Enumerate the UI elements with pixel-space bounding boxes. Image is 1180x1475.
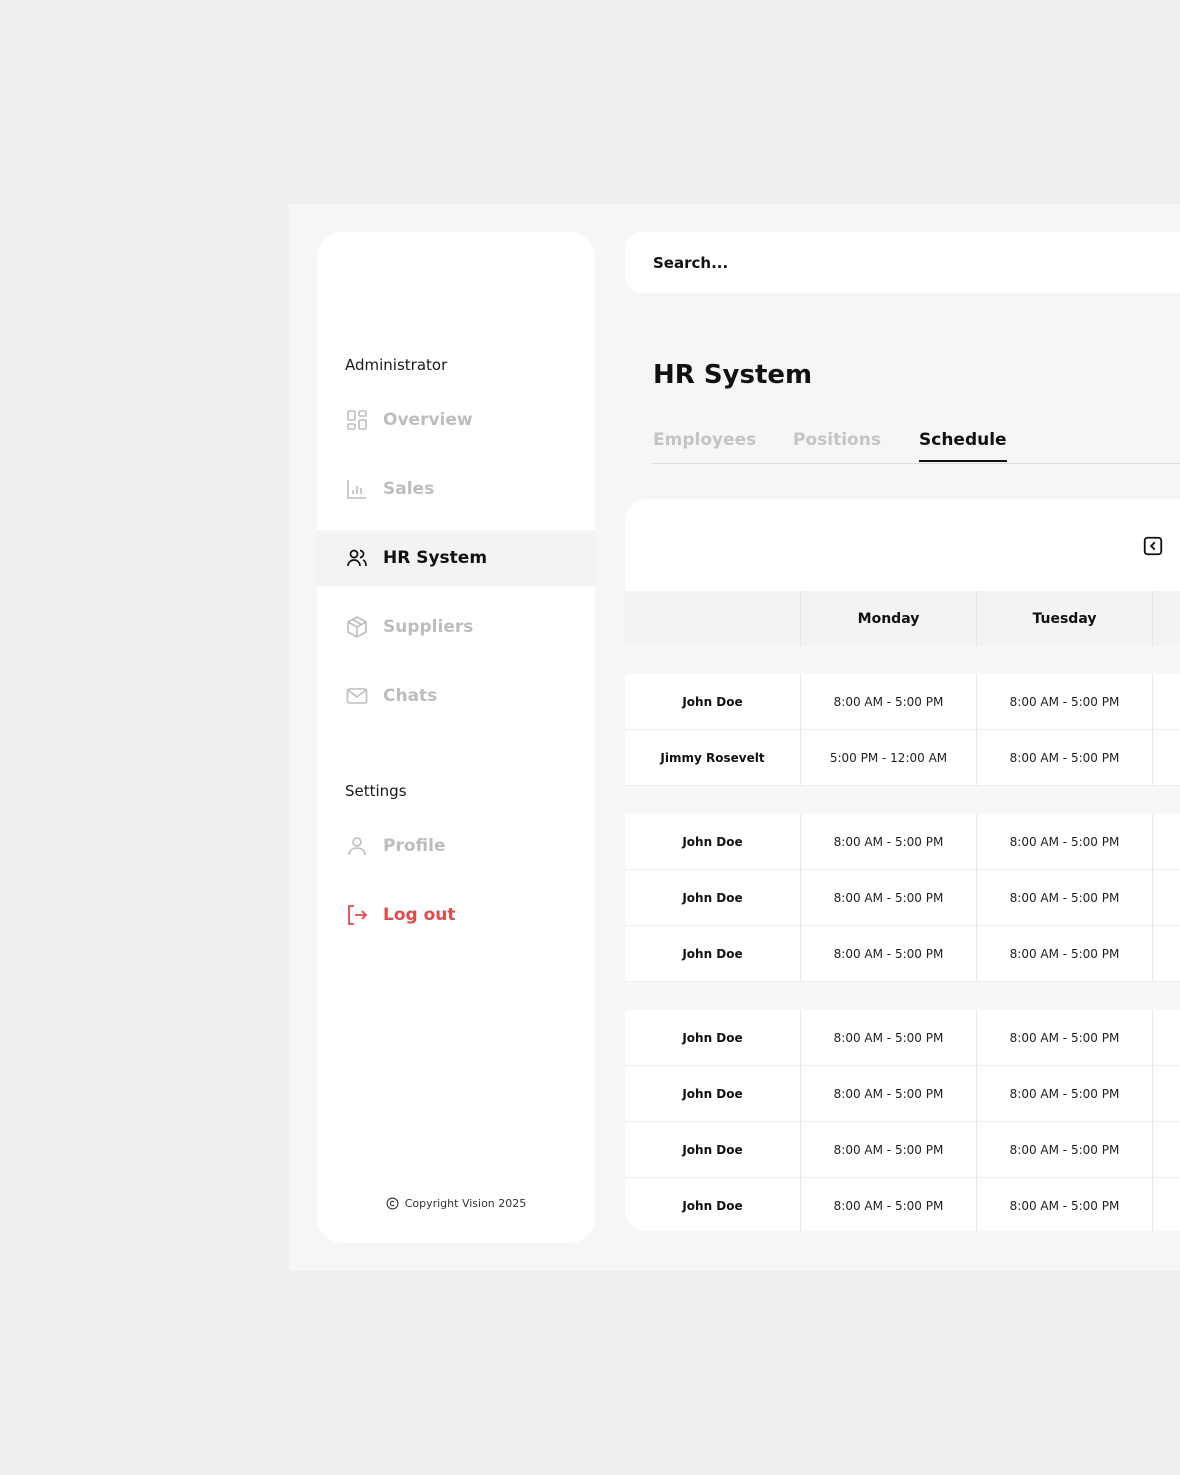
table-row[interactable]: John Doe 8:00 AM - 5:00 PM 8:00 AM - 5:00 … [625,1066,1180,1122]
shift-cell: 8:00 AM - 5:00 PM [801,1178,977,1231]
user-icon [345,834,369,858]
group-separator [625,646,1180,674]
shift-cell: 8:00 AM - 5:00 PM [801,870,977,925]
shift-cell: 8:00 AM - 5:00 PM [977,814,1153,869]
tab-schedule[interactable]: Schedule [919,430,1007,462]
shift-cell: 8:00 AM - 5:00 PM [977,730,1153,785]
table-row[interactable]: Jimmy Rosevelt 5:00 PM - 12:00 AM 8:00 AM … [625,730,1180,786]
sidebar-item-overview[interactable]: Overview [317,392,595,448]
employee-name-cell: John Doe [625,1066,801,1121]
sidebar-item-hr-system[interactable]: HR System [317,530,595,586]
table-row[interactable]: John Doe 8:00 AM - 5:00 PM 8:00 AM - 5:00 … [625,1178,1180,1231]
sidebar-item-label: Overview [383,410,473,430]
schedule-table: Monday Tuesday John Doe 8:00 AM - 5:00 PM… [625,591,1180,1231]
employee-name-cell: Jimmy Rosevelt [625,730,801,785]
employee-name-cell: John Doe [625,814,801,869]
shift-cell: 8:00 AM - 5:00 PM [977,1122,1153,1177]
column-header-employee [625,591,801,646]
box-icon [345,615,369,639]
mail-icon [345,684,369,708]
shift-cell: 8:00 AM - 5:00 PM [977,1010,1153,1065]
tab-positions[interactable]: Positions [793,430,881,460]
tab-employees[interactable]: Employees [653,430,756,460]
employee-name-cell: John Doe [625,1010,801,1065]
shift-cell: 8:00 AM - 5:00 PM [801,1122,977,1177]
sidebar-item-label: Sales [383,479,435,499]
table-row[interactable]: John Doe 8:00 AM - 5:00 PM 8:00 AM - 5:00 … [625,926,1180,982]
search-input[interactable]: Search... [625,232,1180,293]
shift-cell: 8:00 AM - 5:00 PM [977,926,1153,981]
shift-cell: 8:00 AM - 5:00 PM [801,926,977,981]
users-icon [345,546,369,570]
sidebar-item-label: Chats [383,686,438,706]
sidebar-item-sales[interactable]: Sales [317,461,595,517]
employee-name-cell: John Doe [625,926,801,981]
employee-name-cell: John Doe [625,1122,801,1177]
table-header-row: Monday Tuesday [625,591,1180,646]
employee-name-cell: John Doe [625,674,801,729]
section-label-administrator: Administrator [345,356,448,374]
app-window: Administrator Overview Sales HR System S… [289,204,1180,1271]
sidebar-item-profile[interactable]: Profile [317,818,595,874]
employee-name-cell: John Doe [625,1178,801,1231]
sidebar-item-suppliers[interactable]: Suppliers [317,599,595,655]
collapse-button[interactable] [1142,535,1164,557]
table-row[interactable]: John Doe 8:00 AM - 5:00 PM 8:00 AM - 5:00 … [625,870,1180,926]
sidebar-item-label: Suppliers [383,617,474,637]
shift-cell: 8:00 AM - 5:00 PM [801,1066,977,1121]
copyright-text: Copyright Vision 2025 [404,1197,527,1210]
copyright-icon [386,1197,399,1210]
search-placeholder: Search... [653,253,729,272]
logout-label: Log out [383,905,456,925]
group-separator [625,786,1180,814]
copyright: Copyright Vision 2025 [317,1197,595,1210]
shift-cell: 8:00 AM - 5:00 PM [977,674,1153,729]
sidebar: Administrator Overview Sales HR System S… [317,232,595,1243]
shift-cell: 5:00 PM - 12:00 AM [801,730,977,785]
bar-chart-icon [345,477,369,501]
column-header-monday: Monday [801,591,977,646]
shift-cell: 8:00 AM - 5:00 PM [977,1178,1153,1231]
table-row[interactable]: John Doe 8:00 AM - 5:00 PM 8:00 AM - 5:00 … [625,1122,1180,1178]
employee-name-cell: John Doe [625,870,801,925]
sidebar-item-chats[interactable]: Chats [317,668,595,724]
shift-cell: 8:00 AM - 5:00 PM [801,1010,977,1065]
logout-icon [345,903,369,927]
group-separator [625,982,1180,1010]
chevron-left-icon [1143,536,1163,556]
shift-cell: 8:00 AM - 5:00 PM [801,674,977,729]
sidebar-item-label: HR System [383,548,488,568]
tab-bar: Employees Positions Schedule [653,428,1180,464]
sidebar-item-label: Profile [383,836,446,856]
shift-cell: 8:00 AM - 5:00 PM [977,1066,1153,1121]
column-header-tuesday: Tuesday [977,591,1153,646]
table-row[interactable]: John Doe 8:00 AM - 5:00 PM 8:00 AM - 5:00 … [625,674,1180,730]
shift-cell: 8:00 AM - 5:00 PM [801,814,977,869]
table-row[interactable]: John Doe 8:00 AM - 5:00 PM 8:00 AM - 5:00 … [625,814,1180,870]
shift-cell: 8:00 AM - 5:00 PM [977,870,1153,925]
logout-button[interactable]: Log out [317,887,595,943]
page-title: HR System [653,360,813,390]
table-row[interactable]: John Doe 8:00 AM - 5:00 PM 8:00 AM - 5:00 … [625,1010,1180,1066]
schedule-card: Monday Tuesday John Doe 8:00 AM - 5:00 PM… [625,499,1180,1231]
grid-icon [345,408,369,432]
section-label-settings: Settings [345,782,407,800]
